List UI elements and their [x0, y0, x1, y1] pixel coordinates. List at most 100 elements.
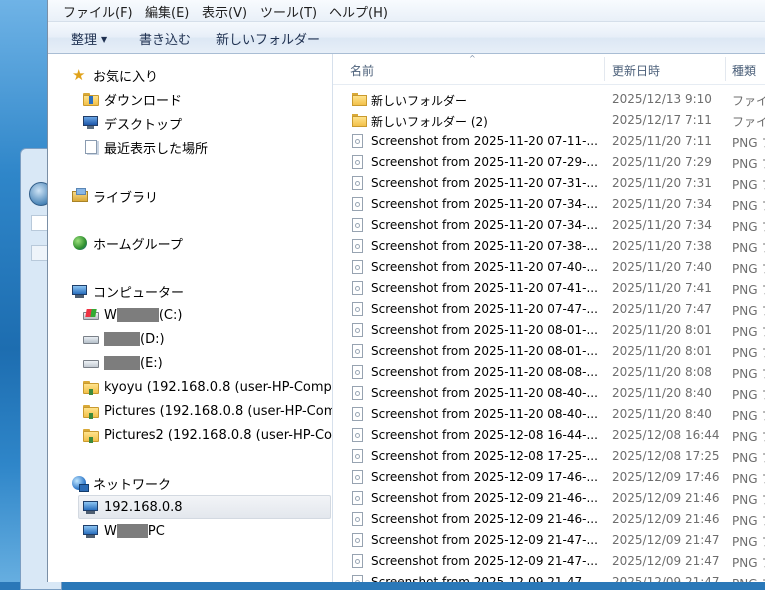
file-name: Screenshot from 2025-12-09 21-46-...	[371, 491, 598, 505]
organize-button[interactable]: 整理 ▼	[71, 29, 107, 48]
network-folder-icon	[83, 427, 99, 443]
file-name: 新しいフォルダー (2)	[371, 115, 488, 129]
file-row[interactable]: Screenshot from 2025-12-09 21-47-... 2025…	[333, 530, 765, 551]
image-file-icon	[352, 386, 365, 401]
file-row[interactable]: 新しいフォルダー 2025/12/13 9:10 ファイ	[333, 89, 765, 110]
file-row[interactable]: Screenshot from 2025-11-20 08-40-... 2025…	[333, 404, 765, 425]
file-row[interactable]: Screenshot from 2025-12-08 16-44-... 2025…	[333, 425, 765, 446]
organize-label: 整理	[71, 33, 98, 48]
file-row[interactable]: 新しいフォルダー (2) 2025/12/17 7:11 ファイ	[333, 110, 765, 131]
file-row[interactable]: Screenshot from 2025-12-09 21-47-... 2025…	[333, 551, 765, 572]
column-divider[interactable]	[725, 57, 726, 81]
image-file-icon	[352, 365, 365, 380]
nav-recent-places[interactable]: 最近表示した場所	[83, 136, 323, 158]
column-header-name[interactable]: 名前	[350, 62, 374, 79]
file-date: 2025/12/09 21:47	[612, 533, 720, 547]
file-date: 2025/12/08 16:44	[612, 428, 720, 442]
file-date: 2025/11/20 7:29	[612, 155, 712, 169]
file-name: Screenshot from 2025-11-20 08-40-...	[371, 407, 598, 421]
file-row[interactable]: Screenshot from 2025-11-20 08-08-... 2025…	[333, 362, 765, 383]
file-name: Screenshot from 2025-12-09 21-47-...	[371, 554, 598, 568]
file-type: PNG フ	[732, 556, 765, 570]
redacted-block	[104, 356, 140, 370]
image-file-icon	[352, 197, 365, 212]
file-name: 新しいフォルダー	[371, 94, 468, 108]
file-name: Screenshot from 2025-11-20 08-40-...	[371, 386, 598, 400]
drive-icon	[83, 331, 99, 347]
file-type: PNG フ	[732, 220, 765, 234]
new-folder-button[interactable]: 新しいフォルダー	[216, 29, 320, 48]
file-date: 2025/11/20 8:40	[612, 386, 712, 400]
nav-computer[interactable]: コンピューター	[72, 280, 322, 302]
file-row[interactable]: Screenshot from 2025-11-20 08-01-... 2025…	[333, 320, 765, 341]
drive-e-suffix: (E:)	[140, 355, 163, 371]
nav-network-pc[interactable]: W PC	[83, 520, 323, 542]
library-icon	[72, 188, 88, 204]
file-row[interactable]: Screenshot from 2025-11-20 07-34-... 2025…	[333, 194, 765, 215]
file-type: PNG フ	[732, 472, 765, 486]
file-name: Screenshot from 2025-11-20 07-31-...	[371, 176, 598, 190]
file-type: PNG フ	[732, 367, 765, 381]
nav-share-pictures2[interactable]: Pictures2 (192.168.0.8 (user-HP-Compa	[83, 424, 332, 446]
sort-ascending-icon: ^	[469, 54, 476, 63]
nav-favorites[interactable]: ★ お気に入り	[72, 64, 322, 86]
column-divider[interactable]	[604, 57, 605, 81]
file-row[interactable]: Screenshot from 2025-12-09 21-47-... 2025…	[333, 572, 765, 582]
file-row[interactable]: Screenshot from 2025-11-20 07-34-... 2025…	[333, 215, 765, 236]
file-row[interactable]: Screenshot from 2025-12-08 17-25-... 2025…	[333, 446, 765, 467]
image-file-icon	[352, 218, 365, 233]
file-type: ファイ	[732, 115, 765, 129]
nav-drive-c[interactable]: W (C:)	[83, 304, 323, 326]
file-row[interactable]: Screenshot from 2025-11-20 07-29-... 2025…	[333, 152, 765, 173]
menu-bar: ファイル(F) 編集(E) 表示(V) ツール(T) ヘルプ(H)	[48, 0, 765, 22]
file-name: Screenshot from 2025-11-20 07-29-...	[371, 155, 598, 169]
folder-icon	[352, 113, 367, 128]
file-row[interactable]: Screenshot from 2025-11-20 07-47-... 2025…	[333, 299, 765, 320]
file-row[interactable]: Screenshot from 2025-12-09 17-46-... 2025…	[333, 467, 765, 488]
burn-button[interactable]: 書き込む	[139, 29, 191, 48]
drive-c-suffix: (C:)	[158, 307, 183, 323]
column-header-type[interactable]: 種類	[732, 62, 756, 79]
nav-libraries[interactable]: ライブラリ	[72, 185, 322, 207]
file-row[interactable]: Screenshot from 2025-11-20 07-41-... 2025…	[333, 278, 765, 299]
file-type: PNG フ	[732, 325, 765, 339]
nav-homegroup[interactable]: ホームグループ	[72, 232, 322, 254]
nav-share-kyoyu[interactable]: kyoyu (192.168.0.8 (user-HP-Compaq-l	[83, 376, 332, 398]
file-row[interactable]: Screenshot from 2025-11-20 07-31-... 2025…	[333, 173, 765, 194]
file-row[interactable]: Screenshot from 2025-12-09 21-46-... 2025…	[333, 509, 765, 530]
nav-network[interactable]: ネットワーク	[72, 472, 322, 494]
file-type: PNG フ	[732, 262, 765, 276]
file-name: Screenshot from 2025-11-20 07-40-...	[371, 260, 598, 274]
file-row[interactable]: Screenshot from 2025-11-20 08-01-... 2025…	[333, 341, 765, 362]
file-date: 2025/11/20 7:41	[612, 281, 712, 295]
file-row[interactable]: Screenshot from 2025-11-20 07-38-... 2025…	[333, 236, 765, 257]
image-file-icon	[352, 134, 365, 149]
nav-network-host-selected[interactable]: 192.168.0.8	[78, 495, 331, 519]
column-header-date[interactable]: 更新日時	[612, 62, 660, 79]
nav-share-pictures[interactable]: Pictures (192.168.0.8 (user-HP-Compac	[83, 400, 332, 422]
nav-drive-e[interactable]: (E:)	[83, 352, 323, 374]
file-type: ファイ	[732, 94, 765, 108]
file-date: 2025/12/13 9:10	[612, 92, 712, 106]
file-name: Screenshot from 2025-11-20 07-11-...	[371, 134, 598, 148]
nav-downloads[interactable]: ダウンロード	[83, 88, 323, 110]
file-row[interactable]: Screenshot from 2025-11-20 07-11-... 2025…	[333, 131, 765, 152]
menu-edit[interactable]: 編集(E)	[145, 2, 189, 21]
file-list: ^ 名前 更新日時 種類 新しいフォルダー 2025/12/13 9:10 ファイ新…	[333, 54, 765, 582]
windows-drive-icon	[83, 307, 99, 323]
menu-view[interactable]: 表示(V)	[202, 2, 247, 21]
file-date: 2025/11/20 7:34	[612, 197, 712, 211]
file-name: Screenshot from 2025-12-09 21-47-...	[371, 575, 598, 582]
command-bar: 整理 ▼ 書き込む 新しいフォルダー	[48, 22, 765, 54]
file-date: 2025/11/20 7:11	[612, 134, 712, 148]
nav-desktop[interactable]: デスクトップ	[83, 112, 323, 134]
file-row[interactable]: Screenshot from 2025-11-20 07-40-... 2025…	[333, 257, 765, 278]
file-date: 2025/12/08 17:25	[612, 449, 720, 463]
file-row[interactable]: Screenshot from 2025-12-09 21-46-... 2025…	[333, 488, 765, 509]
file-row[interactable]: Screenshot from 2025-11-20 08-40-... 2025…	[333, 383, 765, 404]
nav-drive-d[interactable]: (D:)	[83, 328, 323, 350]
menu-tools[interactable]: ツール(T)	[260, 2, 317, 21]
nav-label: 192.168.0.8	[104, 499, 183, 515]
menu-file[interactable]: ファイル(F)	[63, 2, 133, 21]
menu-help[interactable]: ヘルプ(H)	[329, 2, 388, 21]
